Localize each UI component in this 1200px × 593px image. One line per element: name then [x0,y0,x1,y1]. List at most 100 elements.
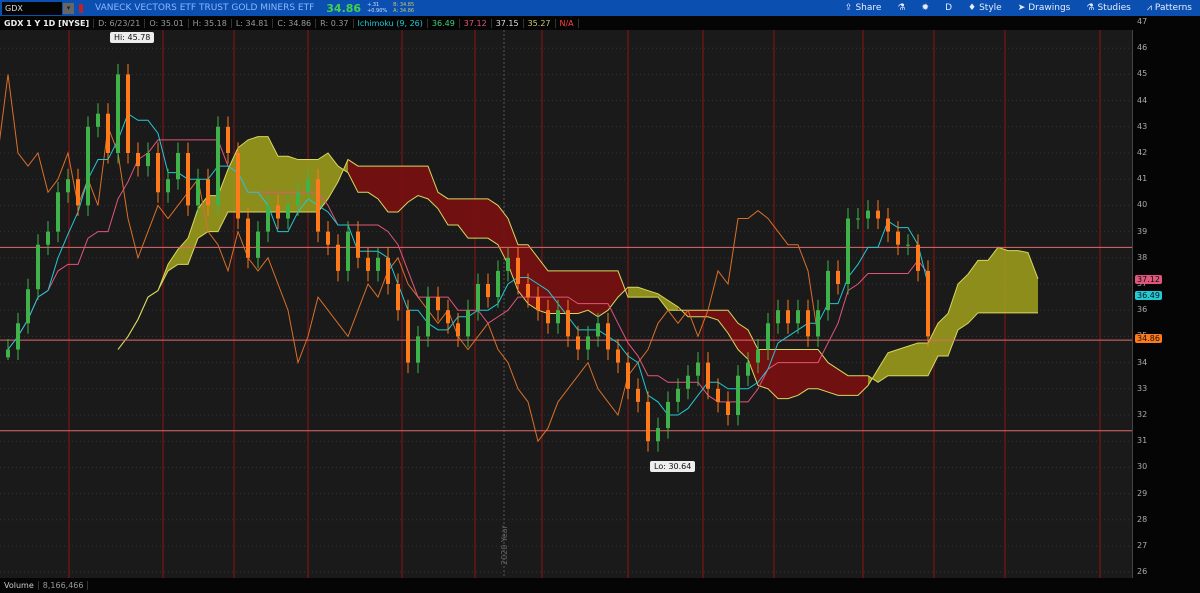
share-icon: ⇪ [844,3,853,13]
candle-body [466,310,470,337]
alert-flag-icon[interactable] [79,3,83,13]
candle-body [216,126,220,206]
symbol-input[interactable]: GDX [2,1,62,15]
candle-body [816,310,820,337]
ichimoku-cloud-segment [478,198,488,239]
candle-body [566,310,570,337]
bid-ask: B: 34.85 A: 34.86 [393,2,414,14]
price-chart[interactable]: 2020 Year [0,30,1200,578]
volume-bar: Volume 8,166,466 [0,578,1200,593]
candle-body [596,323,600,337]
study-name[interactable]: Ichimoku (9, 26) [354,18,428,28]
candle-body [606,323,610,350]
candle-body [836,270,840,284]
price-tick: 26 [1137,567,1148,577]
candle-body [616,349,620,363]
candle-body [906,244,910,246]
candle-body [576,336,580,350]
candle-body [536,297,540,311]
price-tick: 42 [1137,148,1148,157]
share-label: Share [855,3,882,13]
candle-body [886,218,890,232]
price-tick: 27 [1137,541,1148,550]
ichimoku-cloud-segment [808,349,818,389]
candle-body [126,74,130,153]
candle-body [226,126,230,153]
candle-body [206,179,210,206]
candle-body [6,349,10,358]
price-tick: 38 [1137,252,1148,262]
candle-body [676,388,680,402]
top-toolbar: GDX ▾ VANECK VECTORS ETF TRUST GOLD MINE… [0,0,1200,16]
candle-body [426,297,430,337]
price-tick: 28 [1137,514,1148,524]
price-axis[interactable]: 2627282930313233343536373839404142434445… [1132,17,1200,578]
style-button[interactable]: ♦ Style [960,0,1010,16]
ichimoku-cloud-segment [268,136,278,212]
candle-body [146,153,150,167]
flask-button[interactable]: ⚗ [889,0,913,16]
ichimoku-cloud-segment [598,270,608,317]
candle-body [16,323,20,350]
span-b-value: 35.27 [524,18,556,28]
candle-body [926,270,930,337]
candle-body [276,205,280,219]
price-tick: 33 [1137,383,1148,393]
chart-title[interactable]: GDX 1 Y 1D [NYSE] [0,18,95,28]
candle-body [476,284,480,311]
studies-button[interactable]: ⚗ Studies [1078,0,1138,16]
share-button[interactable]: ⇪ Share [837,0,890,16]
candle-body [656,428,660,442]
ichimoku-cloud-segment [918,342,928,376]
ichimoku-cloud-segment [558,270,568,314]
candle-body [696,362,700,376]
volume-label: Volume [0,581,39,590]
ichimoku-cloud-segment [188,208,198,265]
candle-body [36,244,40,290]
chikou-value: N/A [556,18,579,28]
price-tick: 47 [1137,17,1148,26]
bar-date: D: 6/23/21 [94,18,146,28]
ichimoku-cloud-segment [368,166,378,199]
low-callout: Lo: 30.64 [650,460,696,472]
candle-body [286,205,290,219]
patterns-label: Patterns [1154,3,1192,13]
chart-info-bar: GDX 1 Y 1D [NYSE] D: 6/23/21 O: 35.01 H:… [0,16,1200,30]
symbol-dropdown-icon[interactable]: ▾ [63,2,74,14]
candle-body [236,153,240,219]
candle-body [296,192,300,206]
candle-body [406,310,410,363]
ichimoku-cloud-segment [848,375,858,396]
candle-body [516,257,520,284]
ichimoku-cloud-segment [448,198,458,226]
candle-body [96,113,100,127]
price-tick: 34 [1137,357,1148,367]
price-tag: 36.49 [1135,291,1162,301]
ichimoku-cloud-segment [938,313,948,357]
ichimoku-cloud-segment [998,247,1008,313]
price-tick: 43 [1137,121,1148,131]
candle-body [86,126,90,206]
candle-body [546,310,550,324]
ichimoku-cloud-segment [628,287,638,298]
candle-body [776,310,780,324]
candle-body [766,323,770,350]
candle-body [786,310,790,324]
ichimoku-cloud-segment [778,349,788,399]
candle-body [166,179,170,193]
candle-body [796,310,800,324]
candle-body [366,257,370,271]
patterns-button[interactable]: ⩘ Patterns [1139,0,1200,16]
drawings-button[interactable]: ➤ Drawings [1010,0,1079,16]
ichimoku-cloud-segment [908,342,918,376]
price-tag: 37.12 [1135,274,1162,284]
candle-body [756,349,760,363]
ichimoku-cloud-segment [468,198,478,239]
aggregation-button[interactable]: D [937,0,960,16]
price-tick: 32 [1137,410,1148,419]
bar-low: L: 34.81 [232,18,274,28]
candle-body [726,401,730,415]
ichimoku-cloud-segment [248,136,258,212]
settings-button[interactable]: ✹ [914,0,938,16]
candle-body [66,179,70,193]
